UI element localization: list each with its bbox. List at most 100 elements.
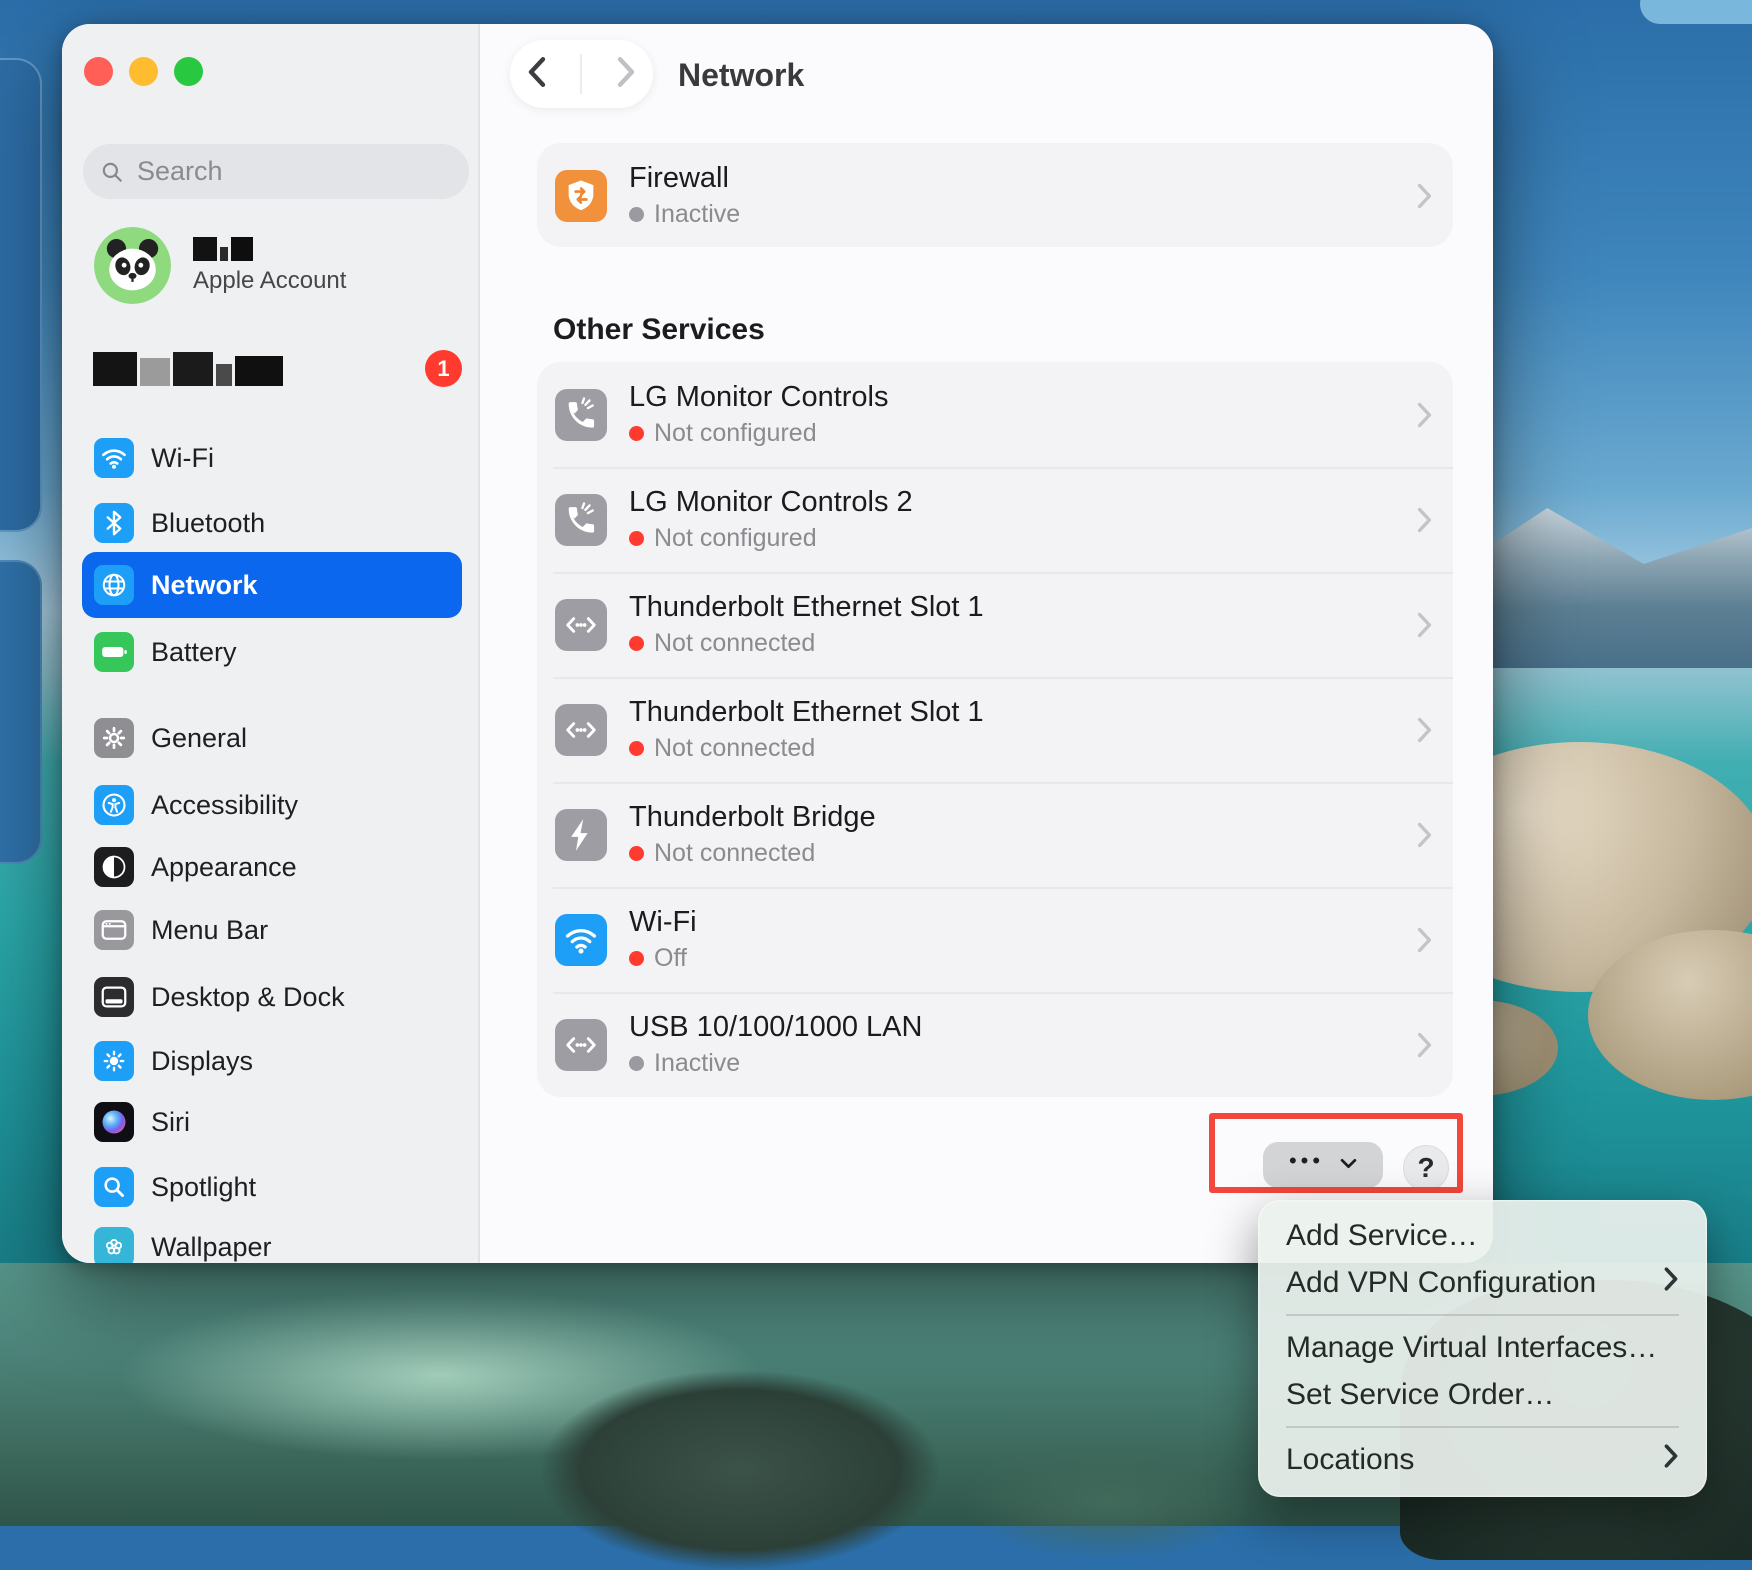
chevron-right-icon <box>1416 506 1433 534</box>
sidebar-item-wi-fi[interactable]: Wi-Fi <box>82 428 462 488</box>
sidebar-item-bluetooth[interactable]: Bluetooth <box>82 493 462 553</box>
ethernet-icon <box>555 598 607 651</box>
background-window-edge <box>0 58 42 532</box>
sidebar-item-spotlight[interactable]: Spotlight <box>82 1157 462 1217</box>
sidebar-item-accessibility[interactable]: Accessibility <box>82 775 462 835</box>
sidebar-item-desktop-dock[interactable]: Desktop & Dock <box>82 967 462 1027</box>
service-row[interactable]: Thunderbolt Ethernet Slot 1 Not connected <box>537 572 1453 677</box>
sidebar-item-apple-account[interactable]: Apple Account <box>94 227 346 304</box>
service-status: Not configured <box>629 419 1394 448</box>
menu-item-add-vpn-configuration[interactable]: Add VPN Configuration <box>1258 1259 1707 1306</box>
service-row[interactable]: Thunderbolt Bridge Not connected <box>537 782 1453 887</box>
battery-icon <box>94 632 134 672</box>
back-button[interactable] <box>526 55 548 94</box>
sidebar-item-displays[interactable]: Displays <box>82 1031 462 1091</box>
sidebar: Search Apple Account 1 Wi-Fi Bluetooth N… <box>62 24 480 1263</box>
status-dot <box>629 1056 644 1071</box>
menu-item-label: Add Service… <box>1286 1218 1478 1252</box>
globe-icon <box>94 565 134 605</box>
appearance-icon <box>94 847 134 887</box>
service-status: Off <box>629 944 1394 973</box>
chevron-right-icon <box>1416 1031 1433 1059</box>
sidebar-item-general[interactable]: General <box>82 708 462 768</box>
service-title: USB 10/100/1000 LAN <box>629 1011 923 1043</box>
sidebar-item-label: Desktop & Dock <box>151 981 345 1012</box>
service-title: Firewall <box>629 162 729 194</box>
menu-item-manage-virtual-interfaces[interactable]: Manage Virtual Interfaces… <box>1258 1324 1707 1371</box>
bolt-icon <box>555 808 607 861</box>
submenu-chevron-icon <box>1663 1266 1679 1300</box>
accessibility-icon <box>94 785 134 825</box>
sidebar-item-battery[interactable]: Battery <box>82 622 462 682</box>
menu-item-add-service[interactable]: Add Service… <box>1258 1212 1707 1259</box>
phone-icon <box>555 388 607 441</box>
search-input[interactable]: Search <box>83 144 469 199</box>
sidebar-item-label: Wi-Fi <box>151 442 214 473</box>
service-row[interactable]: Wi-Fi Off <box>537 887 1453 992</box>
sidebar-item-label: Wallpaper <box>151 1231 272 1262</box>
service-row[interactable]: LG Monitor Controls Not configured <box>537 362 1453 467</box>
status-dot <box>629 426 644 441</box>
service-row[interactable]: USB 10/100/1000 LAN Inactive <box>537 992 1453 1097</box>
sidebar-item-label: Network <box>151 569 258 600</box>
menu-item-label: Set Service Order… <box>1286 1377 1555 1411</box>
sidebar-item-label: Bluetooth <box>151 507 266 538</box>
sidebar-item-label: Battery <box>151 636 237 667</box>
redacted-name <box>93 352 283 386</box>
firewall-card[interactable]: Firewall Inactive <box>537 143 1453 247</box>
service-row[interactable]: Firewall Inactive <box>537 143 1453 248</box>
sidebar-item-appearance[interactable]: Appearance <box>82 837 462 897</box>
service-status: Not connected <box>629 629 1394 658</box>
service-row[interactable]: LG Monitor Controls 2 Not configured <box>537 467 1453 572</box>
menu-item-set-service-order[interactable]: Set Service Order… <box>1258 1371 1707 1418</box>
close-button[interactable] <box>84 57 113 86</box>
avatar <box>94 227 171 304</box>
forward-button[interactable] <box>615 55 637 94</box>
wallpaper-rocks <box>960 1440 1260 1560</box>
sidebar-item-menu-bar[interactable]: Menu Bar <box>82 900 462 960</box>
divider <box>580 54 583 94</box>
ethernet-icon <box>555 703 607 756</box>
context-menu: Add Service… Add VPN Configuration Manage … <box>1258 1200 1707 1497</box>
service-title: Thunderbolt Ethernet Slot 1 <box>629 696 984 728</box>
chevron-right-icon <box>1416 716 1433 744</box>
chevron-right-icon <box>1416 821 1433 849</box>
wifi-icon <box>94 438 134 478</box>
annotation-highlight-box <box>1209 1113 1463 1193</box>
desktopdock-icon <box>94 977 134 1017</box>
menu-item-label: Add VPN Configuration <box>1286 1265 1597 1299</box>
wallpaper-rocks <box>540 1370 940 1570</box>
status-dot <box>629 741 644 756</box>
siri-icon <box>94 1102 134 1142</box>
sidebar-item-family-member[interactable] <box>93 352 283 390</box>
ethernet-icon <box>555 1018 607 1071</box>
menu-item-locations[interactable]: Locations <box>1258 1436 1707 1483</box>
sidebar-item-label: Accessibility <box>151 789 299 820</box>
wallpaperic-icon <box>94 1227 134 1263</box>
menu-divider <box>1286 1426 1679 1428</box>
sidebar-item-label: Menu Bar <box>151 914 269 945</box>
sidebar-item-network[interactable]: Network <box>82 552 462 618</box>
sidebar-item-label: General <box>151 722 248 753</box>
background-window-edge <box>0 560 42 864</box>
page-title: Network <box>678 57 805 93</box>
chevron-right-icon <box>1416 926 1433 954</box>
status-dot <box>629 207 644 222</box>
gear-icon <box>94 718 134 758</box>
status-dot <box>629 846 644 861</box>
navigation-pill <box>510 40 653 108</box>
phone-icon <box>555 493 607 546</box>
zoom-button[interactable] <box>174 57 203 86</box>
chevron-right-icon <box>1416 401 1433 429</box>
chevron-right-icon <box>1416 611 1433 639</box>
service-status: Inactive <box>629 1049 1394 1078</box>
sidebar-item-wallpaper[interactable]: Wallpaper <box>82 1217 462 1263</box>
sidebar-item-siri[interactable]: Siri <box>82 1092 462 1152</box>
sidebar-item-label: Siri <box>151 1106 190 1137</box>
service-status: Not configured <box>629 524 1394 553</box>
service-row[interactable]: Thunderbolt Ethernet Slot 1 Not connected <box>537 677 1453 782</box>
minimize-button[interactable] <box>129 57 158 86</box>
service-status: Not connected <box>629 839 1394 868</box>
search-icon <box>99 159 125 185</box>
redacted-account-name <box>193 236 346 261</box>
